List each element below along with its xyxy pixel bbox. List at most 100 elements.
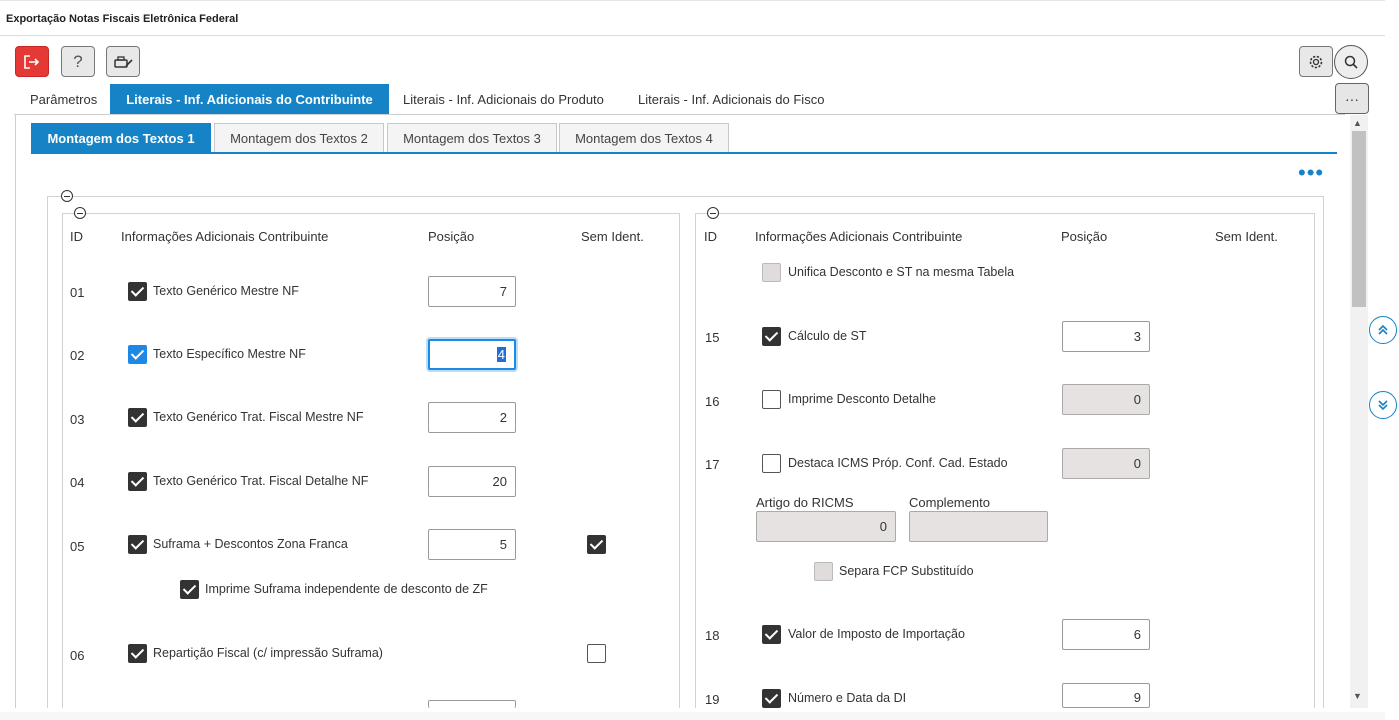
row-label: Texto Específico Mestre NF xyxy=(153,347,306,361)
complemento-label: Complemento xyxy=(909,495,990,510)
posicao-input-partial[interactable] xyxy=(428,700,516,708)
tab-literais-fisco[interactable]: Literais - Inf. Adicionais do Fisco xyxy=(628,84,834,114)
subtab-montagem-1[interactable]: Montagem dos Textos 1 xyxy=(31,123,211,153)
row-label: Texto Genérico Trat. Fiscal Mestre NF xyxy=(153,410,364,424)
row-label: Unifica Desconto e ST na mesma Tabela xyxy=(788,265,1015,279)
posicao-input[interactable]: 9 xyxy=(1062,683,1150,708)
collapse-left-icon[interactable] xyxy=(74,207,86,219)
posicao-value: 0 xyxy=(1133,456,1141,471)
scroll-top-button[interactable] xyxy=(1369,316,1397,344)
checkbox-imprime-desconto-detalhe[interactable] xyxy=(762,390,781,409)
double-chevron-down-icon xyxy=(1378,400,1388,411)
row-id: 15 xyxy=(705,330,720,345)
checkbox-sem-ident-suframa[interactable] xyxy=(587,535,606,554)
row-id: 04 xyxy=(70,475,85,490)
print-icon xyxy=(114,55,133,68)
posicao-value: 3 xyxy=(1133,329,1141,344)
exit-icon xyxy=(24,54,40,69)
posicao-input[interactable]: 4 xyxy=(428,339,516,370)
checkbox-separa-fcp[interactable] xyxy=(814,562,833,581)
artigo-label: Artigo do RICMS xyxy=(756,495,854,510)
checkbox-imprime-suframa[interactable] xyxy=(180,580,199,599)
more-options-button[interactable]: ··· xyxy=(1335,83,1369,114)
row-id: 17 xyxy=(705,457,720,472)
row-id: 01 xyxy=(70,285,85,300)
checkbox-suframa[interactable] xyxy=(128,535,147,554)
tab-parametros[interactable]: Parâmetros xyxy=(20,84,107,114)
row-id: 18 xyxy=(705,628,720,643)
tab-literais-contribuinte[interactable]: Literais - Inf. Adicionais do Contribuin… xyxy=(110,84,389,114)
complemento-input[interactable] xyxy=(909,511,1048,542)
posicao-input[interactable]: 7 xyxy=(428,276,516,307)
posicao-value: 5 xyxy=(499,537,507,552)
help-button[interactable]: ? xyxy=(61,46,95,77)
gear-icon xyxy=(1309,55,1323,68)
tab-literais-produto[interactable]: Literais - Inf. Adicionais do Produto xyxy=(393,84,614,114)
left-header-posicao: Posição xyxy=(428,229,475,244)
window-titlebar: Exportação Notas Fiscais Eletrônica Fede… xyxy=(0,0,1385,36)
posicao-value: 2 xyxy=(499,410,507,425)
posicao-value: 6 xyxy=(1133,627,1141,642)
scroll-up-icon[interactable]: ▲ xyxy=(1353,118,1362,128)
panel-more-icon[interactable]: ••• xyxy=(1298,162,1324,184)
settings-button[interactable] xyxy=(1299,46,1333,77)
checkbox-texto-generico-trat-mestre[interactable] xyxy=(128,408,147,427)
posicao-input[interactable]: 3 xyxy=(1062,321,1150,352)
row-id: 19 xyxy=(705,692,720,707)
row-label: Repartição Fiscal (c/ impressão Suframa) xyxy=(153,646,383,660)
posicao-input[interactable]: 0 xyxy=(1062,448,1150,479)
checkbox-texto-generico-mestre[interactable] xyxy=(128,282,147,301)
search-button[interactable] xyxy=(1334,45,1368,79)
checkbox-texto-especifico-mestre[interactable] xyxy=(128,345,147,364)
checkbox-sem-ident-reparticao[interactable] xyxy=(587,644,606,663)
row-label: Suframa + Descontos Zona Franca xyxy=(153,537,348,551)
left-header-info: Informações Adicionais Contribuinte xyxy=(121,229,329,244)
right-header-info: Informações Adicionais Contribuinte xyxy=(755,229,963,244)
posicao-value: 0 xyxy=(1133,392,1141,407)
print-button[interactable] xyxy=(106,46,140,77)
row-label: Número e Data da DI xyxy=(788,691,907,705)
artigo-input[interactable]: 0 xyxy=(756,511,896,542)
row-id: 05 xyxy=(70,539,85,554)
checkbox-texto-generico-trat-detalhe[interactable] xyxy=(128,472,147,491)
posicao-input[interactable]: 0 xyxy=(1062,384,1150,415)
right-header-sem-ident: Sem Ident. xyxy=(1215,229,1278,244)
subtab-underline xyxy=(31,152,1337,154)
posicao-input[interactable]: 5 xyxy=(428,529,516,560)
scrollbar-thumb[interactable] xyxy=(1352,131,1366,307)
posicao-value: 4 xyxy=(496,347,506,362)
right-header-id: ID xyxy=(704,229,717,244)
collapse-outer-icon[interactable] xyxy=(61,190,73,202)
search-icon xyxy=(1344,55,1358,69)
row-label: Texto Genérico Trat. Fiscal Detalhe NF xyxy=(153,474,369,488)
subtab-montagem-4[interactable]: Montagem dos Textos 4 xyxy=(559,123,729,153)
checkbox-reparticao-fiscal[interactable] xyxy=(128,644,147,663)
row-id: 03 xyxy=(70,412,85,427)
separa-fcp-label: Separa FCP Substituído xyxy=(839,564,974,578)
row-id: 02 xyxy=(70,348,85,363)
checkbox-valor-importacao[interactable] xyxy=(762,625,781,644)
posicao-input[interactable]: 2 xyxy=(428,402,516,433)
subtab-montagem-3[interactable]: Montagem dos Textos 3 xyxy=(387,123,557,153)
collapse-right-icon[interactable] xyxy=(707,207,719,219)
posicao-input[interactable]: 6 xyxy=(1062,619,1150,650)
posicao-input[interactable]: 20 xyxy=(428,466,516,497)
subtab-montagem-2[interactable]: Montagem dos Textos 2 xyxy=(214,123,384,153)
row-label: Cálculo de ST xyxy=(788,329,867,343)
row-label: Imprime Suframa independente de desconto… xyxy=(205,582,488,596)
double-chevron-up-icon xyxy=(1378,324,1388,335)
checkbox-numero-data-di[interactable] xyxy=(762,689,781,708)
checkbox-unifica-desconto[interactable] xyxy=(762,263,781,282)
scroll-bottom-button[interactable] xyxy=(1369,391,1397,419)
right-header-posicao: Posição xyxy=(1061,229,1108,244)
scroll-down-icon[interactable]: ▼ xyxy=(1353,691,1362,701)
left-header-sem-ident: Sem Ident. xyxy=(581,229,644,244)
row-label: Texto Genérico Mestre NF xyxy=(153,284,299,298)
window-title: Exportação Notas Fiscais Eletrônica Fede… xyxy=(6,13,239,25)
bottom-strip xyxy=(0,712,1385,720)
checkbox-calculo-st[interactable] xyxy=(762,327,781,346)
posicao-value: 9 xyxy=(1133,690,1141,705)
row-label: Valor de Imposto de Importação xyxy=(788,627,965,641)
checkbox-destaca-icms[interactable] xyxy=(762,454,781,473)
exit-button[interactable] xyxy=(15,46,49,77)
